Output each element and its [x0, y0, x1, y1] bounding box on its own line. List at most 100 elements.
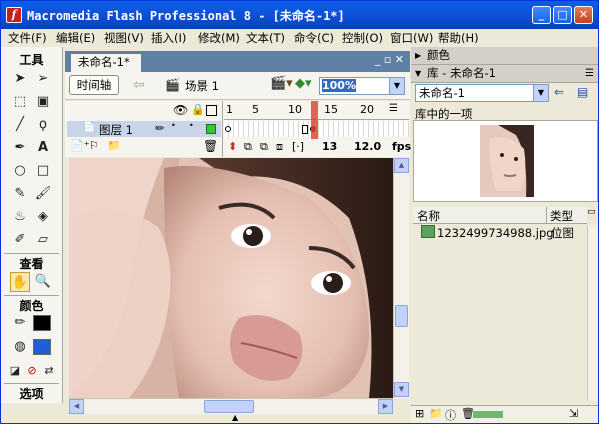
maximize-button[interactable]: □ [553, 6, 572, 24]
colors-header: 颜色 [19, 299, 44, 313]
panel-menu-icon[interactable]: ☰ [585, 65, 594, 82]
paint-bucket-tool-icon[interactable]: ◈ [33, 207, 53, 227]
document-tab[interactable]: 未命名-1* [70, 53, 142, 72]
center-frame-icon[interactable]: ⬍ [228, 140, 237, 153]
library-item-type: 位图 [551, 226, 574, 240]
pin-library-icon[interactable]: ⇐ [554, 85, 564, 99]
scroll-up-icon[interactable]: ▲ [394, 158, 409, 173]
name-column-header[interactable]: 名称 [417, 208, 440, 224]
edit-scene-icon[interactable]: 🎬▾ [270, 76, 293, 91]
scene-clapper-icon: 🎬 [165, 78, 180, 92]
pen-tool-icon[interactable]: ✒ [10, 138, 30, 158]
frame-end-icon[interactable] [302, 125, 308, 134]
layer-area: 👁 🔒 📄 图层 1 ✏ • • 📄⁺ ⚐ 📁 🗑 [65, 101, 223, 157]
library-item-name: 1232499734988.jpg [437, 226, 554, 240]
ink-bottle-tool-icon[interactable]: ♨ [10, 207, 30, 227]
trash-icon[interactable]: 🗑 [203, 139, 218, 153]
menu-insert[interactable]: 插入(I) [151, 30, 186, 46]
resize-grip-icon[interactable]: ⇲ [569, 407, 578, 420]
pencil-tool-icon[interactable]: ✎ [10, 184, 30, 204]
timeline-menu-icon[interactable]: ☰ [389, 103, 398, 114]
onion-markers-icon[interactable]: [·] [292, 140, 304, 153]
scroll-thumb[interactable] [395, 305, 408, 327]
dropdown-arrow-icon[interactable]: ▼ [533, 85, 548, 101]
keyframe-icon[interactable] [225, 126, 231, 132]
menu-file[interactable]: 文件(F) [8, 30, 47, 46]
stage-vertical-scrollbar[interactable]: ▲ ▼ [393, 158, 409, 398]
stage-photo[interactable] [69, 158, 393, 398]
brush-tool-icon[interactable]: 🖌 [33, 184, 53, 204]
visibility-dot[interactable]: • [171, 121, 176, 130]
library-item-row[interactable]: 1232499734988.jpg 位图 [413, 224, 587, 241]
eye-icon[interactable]: 👁 [173, 103, 188, 117]
onion-skin-icon[interactable]: ⧉ [244, 140, 252, 154]
eraser-tool-icon[interactable]: ▱ [33, 230, 53, 250]
menu-text[interactable]: 文本(T) [246, 30, 285, 46]
menu-modify[interactable]: 修改(M) [198, 30, 240, 46]
scroll-down-icon[interactable]: ▼ [394, 382, 409, 397]
close-document-icon[interactable]: _ ▫ ✕ [375, 53, 404, 66]
edit-multiple-icon[interactable]: ⧈ [276, 140, 283, 154]
gradient-transform-tool-icon[interactable]: ▣ [33, 92, 53, 112]
new-symbol-icon[interactable]: ⊞ [415, 407, 424, 420]
scroll-left-icon[interactable]: ◀ [69, 399, 84, 414]
app-window: f Macromedia Flash Professional 8 - [未命名… [0, 0, 599, 424]
scene-label[interactable]: 场景 1 [185, 78, 219, 94]
add-folder-icon[interactable]: 📁 [107, 139, 121, 152]
ruler-tick: 20 [360, 103, 374, 116]
onion-outlines-icon[interactable]: ⧉ [260, 140, 268, 154]
stage-horizontal-scrollbar[interactable]: ◀ ▶ [69, 398, 393, 414]
bitmap-icon [421, 225, 435, 238]
stroke-color-swatch[interactable] [33, 315, 51, 331]
line-tool-icon[interactable]: ╱ [10, 115, 30, 135]
layer-color-swatch[interactable] [206, 124, 216, 134]
zoom-select[interactable]: 100% ▼ [319, 77, 405, 95]
rectangle-tool-icon[interactable]: □ [33, 161, 53, 181]
oval-tool-icon[interactable]: ○ [10, 161, 30, 181]
frame-rate: 12.0 [354, 140, 382, 153]
text-tool-icon[interactable]: A [33, 138, 53, 158]
zoom-dropdown-icon[interactable]: ▼ [389, 78, 404, 94]
add-layer-icon[interactable]: 📄⁺ [70, 139, 90, 152]
add-guide-layer-icon[interactable]: ⚐ [89, 139, 99, 152]
zoom-tool-icon[interactable]: 🔍 [33, 272, 53, 292]
menu-view[interactable]: 视图(V) [104, 30, 144, 46]
outline-icon[interactable] [206, 105, 217, 116]
new-library-icon[interactable]: ▤ [577, 85, 588, 99]
wide-view-icon[interactable]: ▭ [587, 207, 598, 221]
selection-tool-icon[interactable]: ➤ [10, 69, 30, 89]
library-document-select[interactable]: 未命名-1 ▼ [415, 84, 549, 102]
subselection-tool-icon[interactable]: ➢ [33, 69, 53, 89]
hand-tool-icon[interactable]: ✋ [10, 272, 30, 292]
lasso-tool-icon[interactable]: ϙ [33, 115, 53, 135]
scroll-right-icon[interactable]: ▶ [378, 399, 393, 414]
close-button[interactable]: ✕ [574, 6, 593, 24]
new-folder-icon[interactable]: 📁 [429, 407, 443, 420]
minimize-button[interactable]: _ [532, 6, 551, 24]
lock-icon[interactable]: 🔒 [191, 103, 205, 116]
menu-help[interactable]: 帮助(H) [438, 30, 479, 46]
menu-window[interactable]: 窗口(W) [390, 30, 433, 46]
back-arrow-icon[interactable]: ⇦ [133, 77, 145, 93]
free-transform-tool-icon[interactable]: ⬚ [10, 92, 30, 112]
menu-edit[interactable]: 编辑(E) [56, 30, 95, 46]
timeline-toggle-button[interactable]: 时间轴 [69, 75, 119, 95]
eyedropper-tool-icon[interactable]: ✐ [10, 230, 30, 250]
color-panel-header[interactable]: ▶ 颜色 [411, 47, 598, 65]
type-column-header[interactable]: 类型 [550, 208, 573, 224]
menu-commands[interactable]: 命令(C) [294, 30, 334, 46]
lock-dot[interactable]: • [189, 121, 194, 130]
edit-symbols-icon[interactable]: ◆▾ [295, 76, 312, 91]
library-scrollbar[interactable] [587, 225, 598, 401]
layer-row[interactable]: 📄 图层 1 ✏ • • [67, 121, 221, 137]
collapse-panel-icon[interactable]: ▲ [232, 413, 238, 422]
library-preview [413, 120, 598, 202]
playhead[interactable] [311, 101, 318, 139]
fill-color-swatch[interactable] [33, 339, 51, 355]
scroll-thumb[interactable] [204, 400, 254, 413]
properties-icon[interactable]: ⓘ [445, 407, 456, 423]
frame-rate-unit: fps [392, 140, 412, 153]
swap-colors-icon[interactable]: ⇄ [39, 361, 59, 381]
menu-control[interactable]: 控制(O) [342, 30, 383, 46]
library-panel-header[interactable]: ▼ 库 - 未命名-1 ☰ [411, 65, 598, 83]
